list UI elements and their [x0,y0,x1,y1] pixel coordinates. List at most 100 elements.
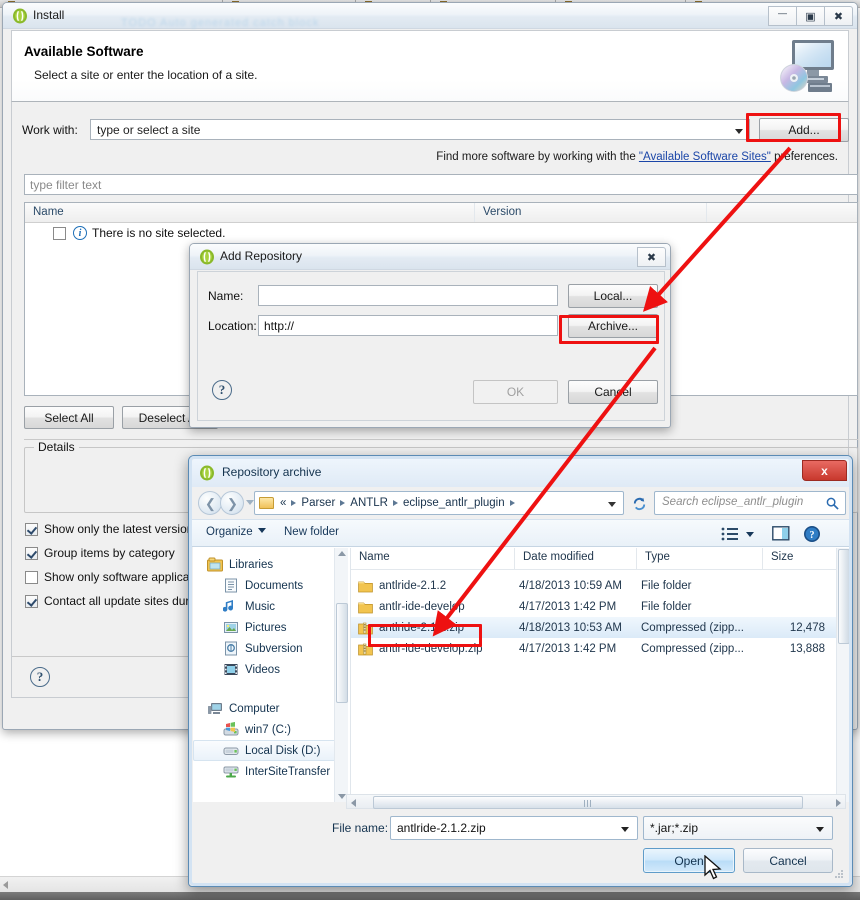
search-input[interactable]: type filter text [24,174,858,195]
sidebar-item-subversion[interactable]: Subversion [193,638,348,659]
ok-button[interactable]: OK [473,380,558,404]
checkbox-contact-all-sites[interactable] [25,594,38,608]
archive-button[interactable]: Archive... [568,314,658,338]
back-button[interactable]: ❮ [198,491,222,515]
list-item[interactable]: antlride-2.1.2.zip 4/18/2013 10:53 AM Co… [351,617,850,638]
column-header-name[interactable]: Name [351,548,515,569]
view-dropdown-icon[interactable] [746,532,754,537]
sidebar-vertical-scrollbar[interactable] [334,548,348,802]
sidebar-item-local-disk-d[interactable]: Local Disk (D:) [193,740,344,761]
file-list: Name Date modified Type Size antlride-2.… [350,548,850,802]
sidebar-item-documents[interactable]: Documents [193,575,348,596]
breadcrumb-item-antlr[interactable]: ANTLR [348,497,390,509]
sidebar-item-videos[interactable]: Videos [193,659,348,680]
zip-icon [358,643,373,655]
list-item[interactable]: antlride-2.1.2 4/18/2013 10:59 AM File f… [351,575,850,596]
add-repository-titlebar[interactable]: Add Repository ✖ [190,244,670,270]
file-list-scroll-thumb[interactable] [838,549,850,644]
column-header-date-modified[interactable]: Date modified [515,548,637,569]
open-button-label: Open [674,853,704,868]
checkbox-latest-versions[interactable] [25,522,38,536]
local-button[interactable]: Local... [568,284,658,308]
maximize-button[interactable]: ▣ [796,6,825,26]
sidebar-item-pictures[interactable]: Pictures [193,617,348,638]
preview-pane-icon[interactable] [772,526,790,541]
file-type-select[interactable]: *.jar;*.zip [643,816,833,840]
column-header-version[interactable]: Version [475,203,707,222]
recent-pages-chevron-icon[interactable] [246,500,254,505]
file-dialog-titlebar[interactable]: Repository archive x [192,459,849,487]
add-button[interactable]: Add... [759,118,849,142]
view-list-icon[interactable] [721,527,739,541]
breadcrumb-item-eclipse-antlr-plugin[interactable]: eclipse_antlr_plugin [401,497,507,509]
file-list-horizontal-scrollbar[interactable] [346,794,846,809]
checkbox-applicable-software[interactable] [25,570,38,584]
scroll-left-arrow-icon[interactable] [3,881,8,889]
help-icon[interactable]: ? [803,525,821,543]
cancel-button[interactable]: Cancel [568,380,658,404]
location-field[interactable]: http:// [258,315,558,336]
close-button[interactable]: ✖ [637,247,666,267]
file-size: 12,478 [789,621,825,634]
minimize-button[interactable]: — [768,6,797,26]
breadcrumb-item-parser[interactable]: Parser [299,497,337,509]
checkbox-group-by-category[interactable] [25,546,38,560]
row-checkbox[interactable] [53,226,66,240]
sidebar-item-libraries[interactable]: Libraries [193,554,348,575]
column-header-type[interactable]: Type [637,548,763,569]
select-all-button[interactable]: Select All [24,406,114,429]
install-titlebar[interactable]: Install TODO Auto generated catch block … [3,3,857,29]
name-field[interactable] [258,285,558,306]
close-button[interactable]: ✖ [824,6,853,26]
open-button[interactable]: Open [643,848,735,873]
option-row-group-by-category[interactable]: Group items by category [25,546,175,560]
sidebar-item-intersitetransfer[interactable]: InterSiteTransfer [193,761,348,782]
close-button[interactable]: x [802,460,847,481]
chevron-down-icon [257,528,266,533]
scroll-left-arrow-icon[interactable] [351,799,356,807]
scroll-right-arrow-icon[interactable] [836,799,841,807]
available-software-sites-link[interactable]: "Available Software Sites" [639,151,771,163]
computer-icon [208,703,222,714]
network-drive-icon [223,766,239,778]
chevron-down-icon[interactable] [816,827,824,832]
new-folder-button[interactable]: New folder [284,526,339,538]
forward-button[interactable]: ❯ [220,491,244,515]
search-input[interactable]: Search eclipse_antlr_plugin [654,491,846,515]
refresh-button[interactable] [628,491,650,515]
available-sites-hint: Find more software by working with the "… [436,151,838,163]
column-header-size[interactable]: Size [763,548,837,569]
scroll-down-arrow-icon[interactable] [338,794,346,799]
help-icon[interactable]: ? [212,380,232,400]
option-label-group-by-category: Group items by category [44,546,175,560]
navigation-sidebar: Libraries Documents Music Pictures Subve… [193,548,348,802]
sidebar-item-music[interactable]: Music [193,596,348,617]
scroll-up-arrow-icon[interactable] [338,551,346,556]
help-icon[interactable]: ? [30,667,50,687]
breadcrumb-dropdown-icon[interactable] [608,502,616,507]
list-item[interactable]: antlr-ide-develop.zip 4/17/2013 1:42 PM … [351,638,850,659]
chevron-right-icon [509,500,515,506]
breadcrumb[interactable]: « Parser ANTLR eclipse_antlr_plugin [254,491,624,515]
sidebar-scroll-thumb[interactable] [336,603,348,703]
chevron-down-icon[interactable] [621,827,629,832]
hint-suffix: preferences. [770,151,838,163]
file-name: antlr-ide-develop.zip [379,642,483,655]
sidebar-item-computer[interactable]: Computer [193,698,348,719]
column-header-extra[interactable] [707,203,857,222]
chevron-down-icon[interactable] [735,129,743,134]
file-list-vertical-scrollbar[interactable] [836,548,850,802]
sidebar-item-win7-c[interactable]: win7 (C:) [193,719,348,740]
column-header-name[interactable]: Name [25,203,475,222]
list-item[interactable]: antlr-ide-develop 4/17/2013 1:42 PM File… [351,596,850,617]
file-name-input[interactable]: antlride-2.1.2.zip [390,816,638,840]
resize-grip[interactable] [834,869,844,879]
folder-icon [358,581,373,592]
table-row[interactable]: i There is no site selected. [25,223,857,243]
organize-menu[interactable]: Organize [206,526,266,538]
file-list-hscroll-thumb[interactable] [373,796,803,809]
breadcrumb-overflow[interactable]: « [278,497,288,509]
cancel-button[interactable]: Cancel [743,848,833,873]
work-with-combo[interactable]: type or select a site [90,119,750,140]
install-computer-cd-icon [780,40,834,92]
